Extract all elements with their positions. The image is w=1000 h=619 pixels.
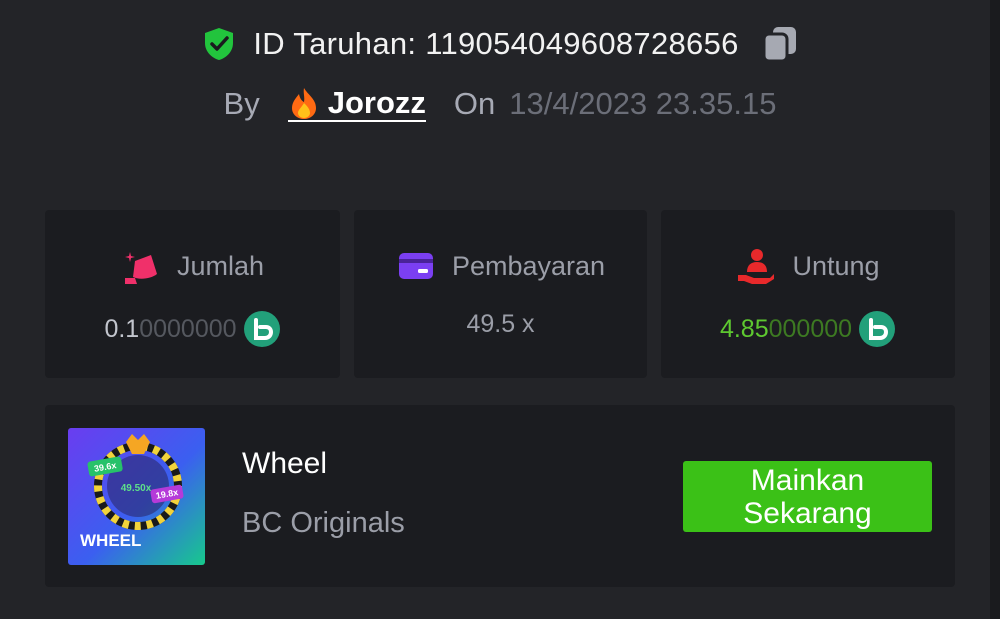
author-row: By Jorozz On 13/4/2023 23.35.15: [0, 86, 1000, 122]
amount-label: Jumlah: [176, 250, 265, 281]
amount-value: 0.1 0000000: [45, 310, 340, 348]
profit-card: Untung 4.85 000000: [661, 210, 955, 378]
copy-icon[interactable]: [761, 24, 799, 64]
hand-user-icon: [738, 249, 775, 284]
fire-icon: [291, 88, 316, 119]
profit-label: Untung: [792, 250, 880, 281]
payout-label: Pembayaran: [451, 250, 606, 281]
payout-value-wrap: 49.5 x: [354, 310, 647, 339]
thumb-label: WHEEL: [80, 531, 141, 550]
bet-date: 13/4/2023 23.35.15: [509, 86, 777, 121]
payout-card: Pembayaran 49.5 x: [354, 210, 647, 378]
amount-value-main: 0.1: [104, 314, 140, 343]
by-label: By: [223, 86, 260, 121]
bc-coin-icon: [243, 311, 280, 347]
profit-value: 4.85 000000: [661, 310, 955, 348]
game-provider: BC Originals: [242, 507, 405, 539]
amount-card: Jumlah 0.1 0000000: [45, 210, 340, 378]
profit-value-main: 4.85: [719, 314, 769, 343]
wheel-thumbnail-image: 39.6x 49.50x 19.8x WHEEL: [68, 428, 205, 565]
bet-id: ID Taruhan: 119054049608728656: [253, 26, 739, 61]
game-thumbnail[interactable]: 39.6x 49.50x 19.8x WHEEL: [68, 428, 205, 565]
on-label: On: [453, 86, 496, 121]
game-card: 39.6x 49.50x 19.8x WHEEL Wheel BC Origin…: [45, 405, 955, 587]
profit-value-rest: 000000: [768, 314, 853, 343]
play-now-button[interactable]: Mainkan Sekarang: [683, 461, 932, 532]
bet-id-row: ID Taruhan: 119054049608728656: [0, 24, 1000, 64]
username: Jorozz: [327, 85, 426, 120]
bc-coin-icon: [859, 311, 896, 347]
shield-check-icon: [205, 28, 234, 60]
game-name[interactable]: Wheel: [242, 447, 327, 481]
money-bag-icon: [124, 252, 157, 284]
thumb-mult-2: 49.50x: [121, 483, 152, 494]
username-link[interactable]: Jorozz: [287, 85, 426, 122]
card-icon: [398, 253, 433, 279]
payout-value: 49.5 x: [466, 310, 535, 338]
amount-value-rest: 0000000: [139, 314, 237, 343]
